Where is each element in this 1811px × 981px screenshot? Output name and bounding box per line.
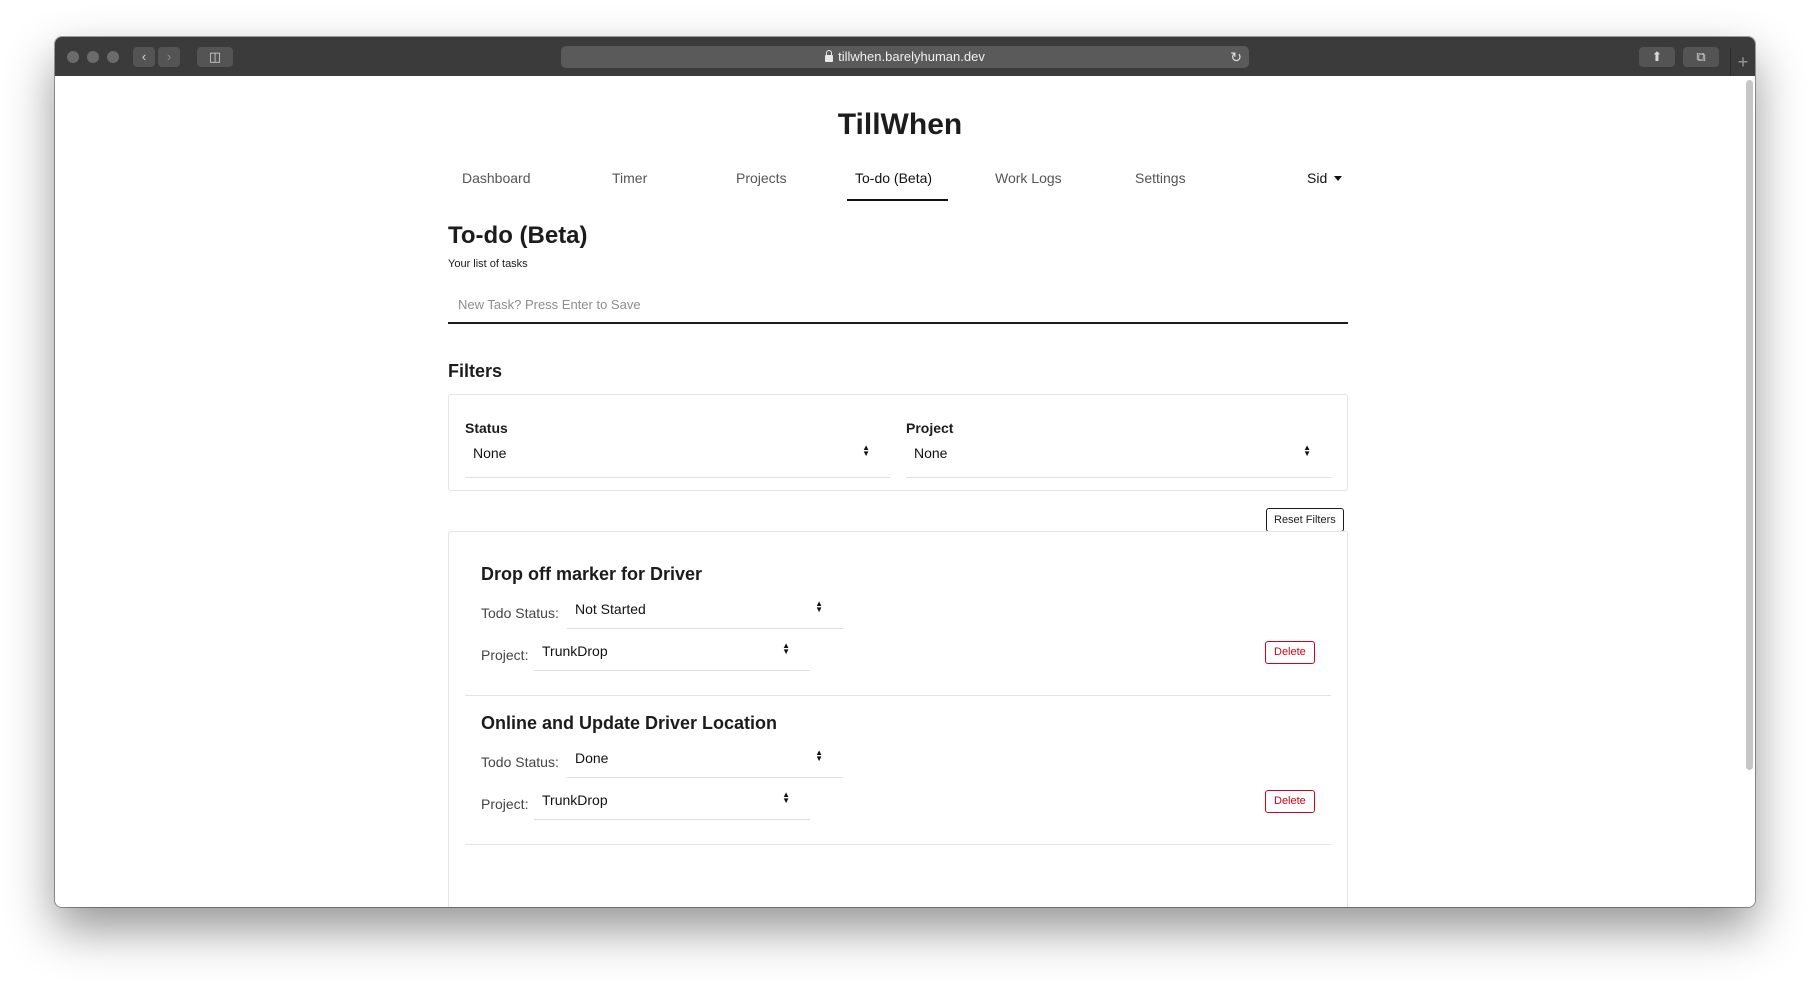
show-tabs-button[interactable]: ⧉: [1683, 47, 1719, 67]
new-tab-button[interactable]: +: [1730, 48, 1755, 76]
project-value: TrunkDrop: [542, 792, 608, 808]
zoom-window-icon[interactable]: [107, 51, 119, 63]
project-value: TrunkDrop: [542, 643, 608, 659]
select-arrows-icon: ▲ ▼: [1303, 443, 1311, 458]
status-filter-label: Status: [465, 420, 508, 436]
status-filter-select[interactable]: None ▲ ▼: [465, 443, 890, 478]
project-filter-value: None: [914, 445, 948, 461]
task-divider: [465, 844, 1331, 845]
active-tab-indicator: [847, 199, 948, 201]
share-button[interactable]: ⬆: [1639, 47, 1675, 67]
project-filter-select[interactable]: None ▲ ▼: [906, 443, 1331, 478]
task-divider: [465, 695, 1331, 696]
caret-down-icon: [1334, 176, 1343, 181]
project-select[interactable]: TrunkDrop ▲ ▼: [534, 641, 810, 671]
project-filter-label: Project: [906, 420, 954, 436]
lock-icon: [825, 50, 834, 62]
todo-status-value: Not Started: [575, 601, 646, 617]
select-arrows-icon: ▲ ▼: [815, 748, 823, 763]
task-list: Drop off marker for Driver Todo Status: …: [448, 531, 1348, 907]
back-button[interactable]: ‹: [133, 47, 155, 67]
project-label: Project:: [481, 796, 529, 812]
delete-button[interactable]: Delete: [1265, 641, 1315, 664]
tabs-icon: ⧉: [1696, 49, 1706, 64]
nav-settings[interactable]: Settings: [1135, 170, 1186, 186]
nav-work-logs[interactable]: Work Logs: [995, 170, 1062, 186]
nav-projects[interactable]: Projects: [736, 170, 787, 186]
user-menu[interactable]: Sid: [1307, 170, 1343, 186]
todo-status-select[interactable]: Not Started ▲ ▼: [567, 599, 843, 629]
url-text: tillwhen.barelyhuman.dev: [838, 49, 985, 64]
address-bar[interactable]: tillwhen.barelyhuman.dev ↻: [561, 46, 1249, 68]
filters-card: Status None ▲ ▼ Project None ▲ ▼: [448, 394, 1348, 491]
browser-toolbar: ‹ › ◫ tillwhen.barelyhuman.dev ↻ ⬆ ⧉ +: [55, 37, 1755, 77]
nav-timer[interactable]: Timer: [612, 170, 647, 186]
user-name: Sid: [1307, 170, 1328, 186]
task-title: Drop off marker for Driver: [481, 564, 703, 584]
plus-icon: +: [1737, 52, 1749, 72]
page-content: TillWhen Dashboard Timer Projects To-do …: [55, 76, 1755, 907]
scrollbar[interactable]: [1746, 80, 1753, 770]
select-arrows-icon: ▲ ▼: [782, 790, 790, 805]
task-title: Online and Update Driver Location: [481, 713, 778, 733]
app-title: TillWhen: [837, 108, 963, 141]
select-arrows-icon: ▲ ▼: [782, 641, 790, 656]
reset-filters-button[interactable]: Reset Filters: [1266, 508, 1344, 532]
todo-status-label: Todo Status:: [481, 754, 559, 770]
todo-status-select[interactable]: Done ▲ ▼: [567, 748, 843, 778]
project-label: Project:: [481, 647, 529, 663]
sidebar-toggle-button[interactable]: ◫: [197, 47, 233, 67]
todo-status-label: Todo Status:: [481, 605, 559, 621]
chevron-right-icon: ›: [166, 49, 172, 64]
select-arrows-icon: ▲ ▼: [862, 443, 870, 458]
nav-dashboard[interactable]: Dashboard: [462, 170, 531, 186]
new-task-input[interactable]: [448, 286, 1348, 324]
minimize-window-icon[interactable]: [87, 51, 99, 63]
browser-window: ‹ › ◫ tillwhen.barelyhuman.dev ↻ ⬆ ⧉ + T…: [55, 37, 1755, 907]
delete-button[interactable]: Delete: [1265, 790, 1315, 813]
chevron-left-icon: ‹: [141, 49, 147, 64]
sidebar-icon: ◫: [208, 49, 222, 64]
project-select[interactable]: TrunkDrop ▲ ▼: [534, 790, 810, 820]
todo-status-value: Done: [575, 750, 609, 766]
filters-heading: Filters: [448, 361, 503, 381]
forward-button[interactable]: ›: [158, 47, 180, 67]
select-arrows-icon: ▲ ▼: [815, 599, 823, 614]
close-window-icon[interactable]: [67, 51, 79, 63]
page-title: To-do (Beta): [448, 222, 588, 249]
reload-icon[interactable]: ↻: [1230, 46, 1242, 68]
nav-todo[interactable]: To-do (Beta): [855, 170, 932, 186]
status-filter-value: None: [473, 445, 507, 461]
share-icon: ⬆: [1651, 49, 1663, 64]
page-subtitle: Your list of tasks: [448, 258, 528, 270]
